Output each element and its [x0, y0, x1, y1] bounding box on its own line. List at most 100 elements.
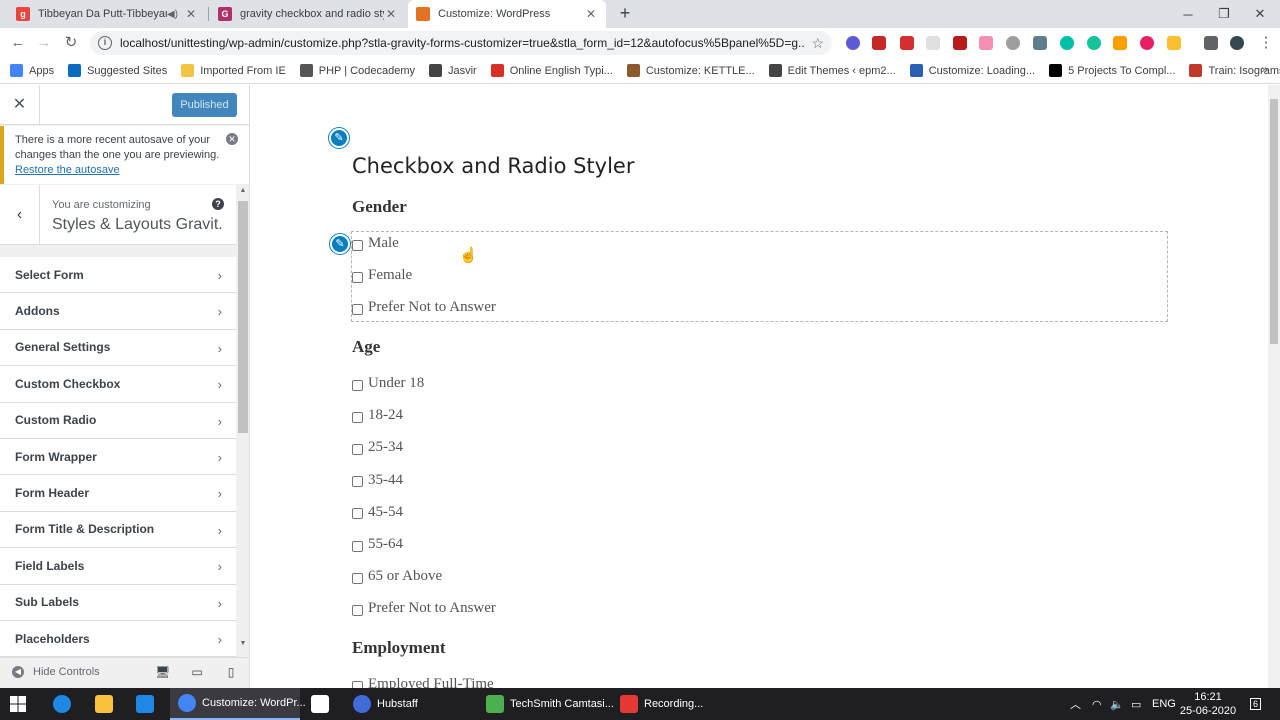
sidebar-section-placeholders[interactable]: Placeholders › — [0, 620, 236, 658]
language-indicator[interactable]: ENG — [1152, 688, 1176, 720]
close-tab-icon[interactable]: ✕ — [184, 7, 198, 21]
url-text[interactable]: localhost/unittesting/wp-admin/customize… — [120, 36, 805, 50]
checkbox-choice[interactable]: 65 or Above — [352, 568, 442, 585]
checkbox-choice[interactable]: 55-64 — [352, 536, 403, 553]
grammarly-icon[interactable] — [1087, 36, 1101, 50]
sidebar-section-form-header[interactable]: Form Header › — [0, 475, 236, 512]
checkbox[interactable] — [352, 540, 363, 552]
extension-icon[interactable] — [979, 36, 993, 50]
checkbox[interactable] — [352, 379, 363, 391]
checkbox-choice[interactable]: Employed Full-Time — [352, 676, 494, 688]
scroll-up-arrow-icon[interactable]: ▲ — [238, 187, 248, 194]
help-icon[interactable]: ? — [212, 198, 224, 210]
file-explorer-icon[interactable] — [95, 695, 113, 713]
bookmark-item[interactable]: PHP | Codecademy — [299, 64, 415, 77]
checkbox[interactable] — [352, 476, 363, 488]
checkbox-choice[interactable]: Prefer Not to Answer — [352, 299, 496, 316]
sidebar-section-custom-checkbox[interactable]: Custom Checkbox › — [0, 366, 236, 403]
bookmark-item[interactable]: Jasvir — [428, 64, 477, 77]
back-arrow-icon[interactable]: ← — [8, 33, 28, 53]
publish-button[interactable]: Published — [172, 93, 237, 117]
extension-icon[interactable] — [872, 36, 886, 50]
bookmark-star-icon[interactable]: ☆ — [811, 35, 824, 52]
checkbox-choice[interactable]: Male — [352, 235, 399, 252]
browser-tab-2[interactable]: G gravity checkbox and radio styler ✕ — [210, 0, 406, 28]
forward-arrow-icon[interactable]: → — [34, 33, 54, 53]
checkbox[interactable] — [352, 604, 363, 616]
bookmark-item[interactable]: Online English Typi... — [490, 64, 613, 77]
preview-scroll-thumb[interactable] — [1270, 99, 1278, 344]
extension-icon[interactable] — [1006, 36, 1020, 50]
windows-start-icon[interactable] — [10, 696, 26, 712]
sidebar-section-custom-radio[interactable]: Custom Radio › — [0, 402, 236, 439]
checkbox[interactable] — [352, 508, 363, 520]
close-window-icon[interactable]: ✕ — [1242, 0, 1278, 28]
edit-shortcut-pencil-icon[interactable]: ✎ — [330, 234, 350, 254]
checkbox[interactable] — [352, 239, 363, 251]
checkbox[interactable] — [352, 680, 363, 688]
battery-icon[interactable]: ▭ — [1131, 688, 1141, 720]
sidebar-section-sub-labels[interactable]: Sub Labels › — [0, 584, 236, 621]
sidebar-section-addons[interactable]: Addons › — [0, 293, 236, 330]
checkbox[interactable] — [352, 572, 363, 584]
browser-tab-1[interactable]: g Tibbeyan Da Putt-Tibbeyan D ◀) ✕ — [8, 0, 206, 28]
sidebar-section-field-labels[interactable]: Field Labels › — [0, 548, 236, 585]
speaker-icon[interactable]: ◀) — [167, 9, 178, 20]
checkbox-choice[interactable]: 25-34 — [352, 439, 403, 456]
taskbar-app-camtasia[interactable]: TechSmith Camtasi... — [478, 688, 614, 720]
taskbar-app-recording[interactable]: Recording... — [612, 688, 742, 720]
checkbox-choice[interactable]: 45-54 — [352, 504, 403, 521]
volume-icon[interactable]: 🔈 — [1110, 688, 1124, 720]
bookmark-item[interactable]: 5 Projects To Compl... — [1049, 64, 1175, 77]
tablet-preview-icon[interactable]: ▭ — [190, 665, 204, 679]
sidebar-section-form-title-description[interactable]: Form Title & Description › — [0, 511, 236, 549]
checkbox[interactable] — [352, 271, 363, 283]
checkbox[interactable] — [352, 303, 363, 315]
extension-icon[interactable] — [926, 36, 940, 50]
wifi-icon[interactable]: ◠ — [1092, 688, 1102, 720]
bookmark-item[interactable]: Apps — [10, 64, 54, 77]
reading-list-icon[interactable] — [1204, 36, 1218, 50]
chrome-menu-icon[interactable]: ⋮ — [1256, 33, 1276, 53]
bookmark-item[interactable]: Imported From IE — [181, 64, 286, 77]
edit-shortcut-pencil-icon[interactable]: ✎ — [329, 128, 349, 148]
reload-icon[interactable]: ↻ — [61, 33, 81, 53]
bookmark-item[interactable]: Customize: KETTLE... — [626, 64, 755, 77]
new-tab-button[interactable]: + — [616, 4, 634, 22]
sidebar-section-form-wrapper[interactable]: Form Wrapper › — [0, 438, 236, 476]
minimize-icon[interactable]: ─ — [1170, 0, 1206, 28]
vscode-icon[interactable] — [136, 695, 154, 713]
checkbox-choice[interactable]: 18-24 — [352, 407, 403, 424]
hide-controls-button[interactable]: ◀ Hide Controls — [12, 666, 100, 678]
scroll-down-arrow-icon[interactable]: ▼ — [238, 640, 248, 647]
system-clock[interactable]: 16:21 25-06-2020 — [1176, 690, 1240, 718]
extension-icon[interactable] — [1060, 36, 1074, 50]
checkbox-choice[interactable]: Under 18 — [352, 375, 424, 392]
bookmark-item[interactable]: Suggested Sites — [68, 64, 167, 77]
taskbar-app-chrome[interactable]: Customize: WordPr... — [170, 688, 306, 720]
extension-icon[interactable] — [953, 36, 967, 50]
bookmark-item[interactable]: Customize: Loading... — [909, 64, 1035, 77]
restore-autosave-link[interactable]: Restore the autosave — [15, 164, 120, 176]
checkbox-choice[interactable]: Prefer Not to Answer — [352, 600, 496, 617]
notification-center-icon[interactable]: 6 — [1250, 688, 1262, 720]
sidebar-section-general-settings[interactable]: General Settings › — [0, 329, 236, 367]
more-bookmarks-icon[interactable]: » — [1261, 62, 1268, 76]
extension-icon[interactable] — [1033, 36, 1047, 50]
maximize-icon[interactable]: ❐ — [1206, 0, 1242, 28]
profile-avatar[interactable] — [1230, 36, 1244, 50]
extension-icon[interactable] — [846, 36, 860, 50]
site-info-icon[interactable]: i — [98, 36, 112, 50]
show-hidden-icons-chevron-icon[interactable]: ︿ — [1070, 688, 1081, 720]
back-chevron-icon[interactable]: ‹ — [0, 185, 40, 245]
close-tab-icon[interactable]: ✕ — [584, 7, 598, 21]
extension-icon[interactable] — [1140, 36, 1154, 50]
browser-tab-3-active[interactable]: Customize: WordPress ✕ — [408, 0, 606, 28]
close-tab-icon[interactable]: ✕ — [384, 7, 398, 21]
desktop-preview-icon[interactable]: 🖥 — [155, 665, 170, 679]
sidebar-section-select-form[interactable]: Select Form › — [0, 257, 236, 294]
dismiss-notice-icon[interactable]: ✕ — [226, 133, 238, 145]
checkbox-choice[interactable]: 35-44 — [352, 472, 403, 489]
slack-icon[interactable] — [311, 695, 329, 713]
extension-icon[interactable] — [1113, 36, 1127, 50]
